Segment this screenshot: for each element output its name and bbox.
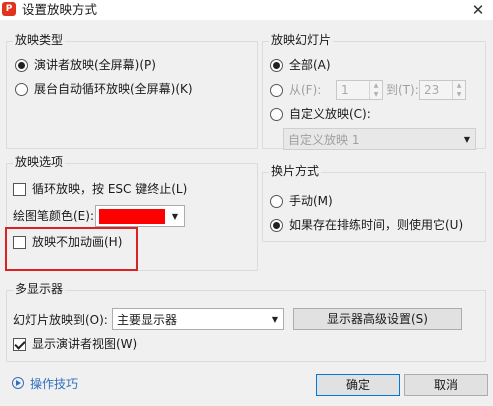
presenter-label: 演讲者放映(全屏幕)(P) xyxy=(34,58,156,72)
pen-color-label: 绘图笔颜色(E): xyxy=(13,209,94,223)
kiosk-label: 展台自动循环放映(全屏幕)(K) xyxy=(34,82,193,96)
loop-label: 循环放映，按 ESC 键终止(L) xyxy=(32,182,188,196)
timing-label: 如果存在排练时间，则使用它(U) xyxy=(289,218,464,232)
monitor-combo[interactable]: 主要显示器 ▼ xyxy=(112,308,284,330)
from-label: 从(F): xyxy=(289,83,322,97)
close-icon[interactable]: ✕ xyxy=(468,1,488,19)
app-icon: P xyxy=(2,2,16,16)
ok-button[interactable]: 确定 xyxy=(316,374,400,396)
presenter-view-label: 显示演讲者视图(W) xyxy=(32,337,138,351)
radio-kiosk[interactable] xyxy=(15,82,28,96)
radio-custom[interactable] xyxy=(270,107,283,121)
chevron-down-icon: ▼ xyxy=(271,314,279,324)
custom-label: 自定义放映(C): xyxy=(289,107,371,121)
pen-color-combo[interactable]: ▼ xyxy=(95,205,185,227)
spin-down-icon[interactable]: ▼ xyxy=(370,90,382,99)
show-type-legend: 放映类型 xyxy=(13,33,66,47)
monitor-value: 主要显示器 xyxy=(117,312,178,327)
cancel-button[interactable]: 取消 xyxy=(404,374,488,396)
advance-manual[interactable]: 手动(M) xyxy=(270,194,333,208)
slides-legend: 放映幻灯片 xyxy=(269,33,334,47)
advanced-monitor-button[interactable]: 显示器高级设置(S) xyxy=(293,308,462,330)
radio-from[interactable] xyxy=(270,83,283,97)
show-type-kiosk[interactable]: 展台自动循环放映(全屏幕)(K) xyxy=(15,82,193,96)
loop-checkbox[interactable] xyxy=(13,182,26,196)
from-value: 1 xyxy=(341,83,349,97)
show-on-label: 幻灯片放映到(O): xyxy=(13,313,108,327)
advance-legend: 换片方式 xyxy=(269,164,322,178)
highlight-box xyxy=(5,227,138,271)
pen-color-swatch xyxy=(99,208,165,224)
slides-all[interactable]: 全部(A) xyxy=(270,58,331,72)
window-title: 设置放映方式 xyxy=(22,2,98,17)
options-legend: 放映选项 xyxy=(13,155,66,169)
custom-show-combo[interactable]: 自定义放映 1 ▼ xyxy=(283,128,476,150)
slides-custom[interactable]: 自定义放映(C): xyxy=(270,107,371,121)
all-label: 全部(A) xyxy=(289,58,331,72)
custom-show-value: 自定义放映 1 xyxy=(288,132,360,147)
presenter-view-checkbox[interactable] xyxy=(13,337,26,351)
spin-down-icon[interactable]: ▼ xyxy=(453,90,465,99)
to-label: 到(T): xyxy=(386,83,419,97)
show-type-presenter[interactable]: 演讲者放映(全屏幕)(P) xyxy=(15,58,156,72)
radio-presenter[interactable] xyxy=(15,58,28,72)
tips-link[interactable]: 操作技巧 xyxy=(30,377,78,391)
from-stepper[interactable]: 1 ▲ ▼ xyxy=(336,80,383,100)
slides-from[interactable]: 从(F): xyxy=(270,83,321,97)
spin-up-icon[interactable]: ▲ xyxy=(370,81,382,90)
advance-timing[interactable]: 如果存在排练时间，则使用它(U) xyxy=(270,218,463,232)
spin-up-icon[interactable]: ▲ xyxy=(453,81,465,90)
manual-label: 手动(M) xyxy=(289,194,333,208)
to-value: 23 xyxy=(424,83,440,97)
chevron-down-icon: ▼ xyxy=(171,211,179,221)
to-stepper[interactable]: 23 ▲ ▼ xyxy=(419,80,466,100)
radio-manual[interactable] xyxy=(270,194,283,208)
radio-timing[interactable] xyxy=(270,218,283,232)
loop-option[interactable]: 循环放映，按 ESC 键终止(L) xyxy=(13,182,187,196)
chevron-down-icon: ▼ xyxy=(463,134,471,144)
play-circle-icon[interactable] xyxy=(12,377,24,389)
multi-monitor-legend: 多显示器 xyxy=(13,282,66,296)
presenter-view-option[interactable]: 显示演讲者视图(W) xyxy=(13,337,137,351)
radio-all[interactable] xyxy=(270,58,283,72)
